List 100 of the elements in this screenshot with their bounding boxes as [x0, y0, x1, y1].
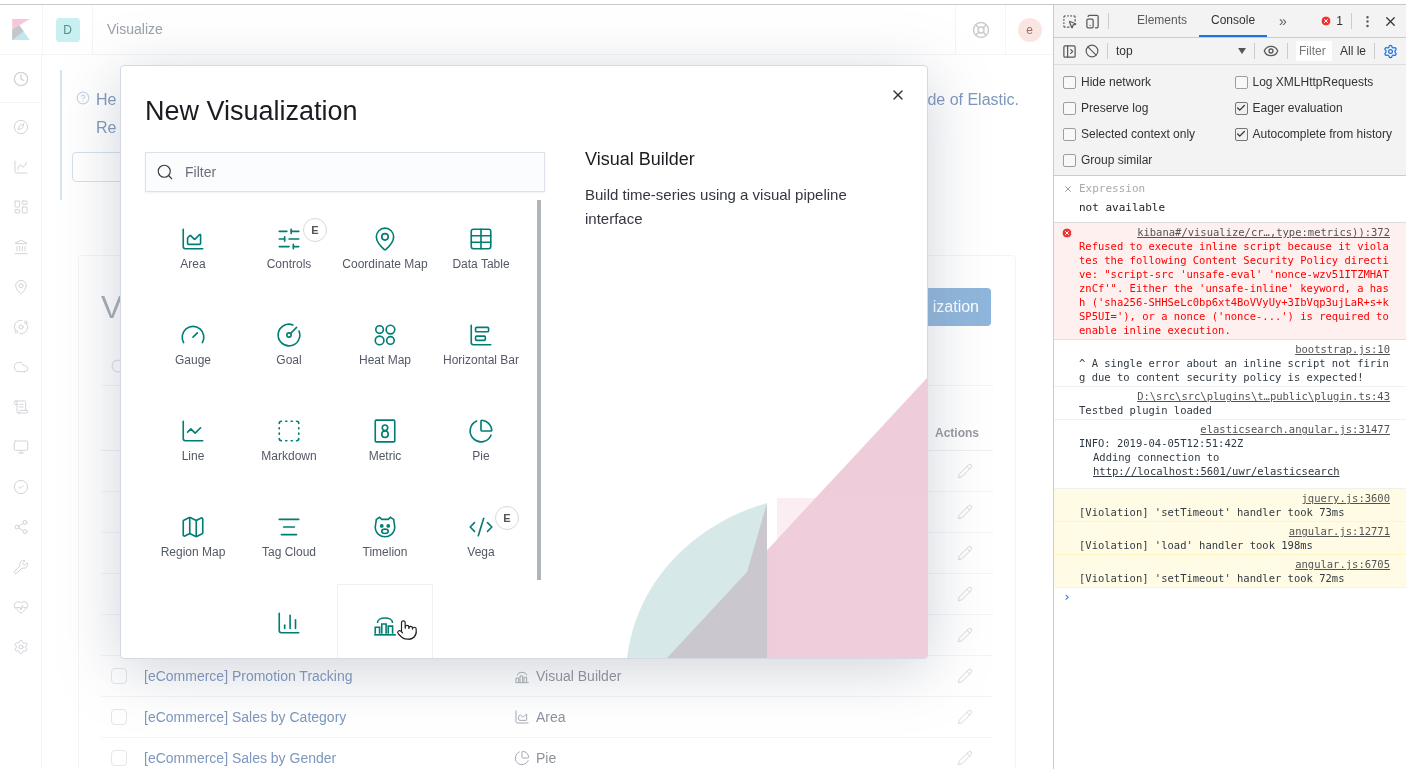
source-link[interactable]: jquery.js:3600 [1301, 491, 1390, 505]
check-circle-icon[interactable] [12, 479, 29, 495]
checkbox[interactable] [1063, 101, 1076, 115]
setting-label: Autocomplete from history [1252, 126, 1392, 143]
building-icon[interactable] [12, 239, 29, 255]
goal-gauge-icon [276, 322, 302, 348]
url-link[interactable]: http://localhost:5601/uwr/elasticsearch [1093, 464, 1340, 478]
visualization-type-card[interactable] [337, 584, 433, 658]
checkbox[interactable] [1234, 75, 1248, 89]
cloud-icon[interactable] [12, 359, 29, 375]
dialog-title: New Visualization [145, 95, 359, 128]
checkbox[interactable] [1063, 75, 1076, 89]
horizontal-bar-chart-icon [468, 322, 494, 348]
visualization-type-card[interactable]: Tag Cloud [241, 488, 337, 584]
context-select[interactable]: top [1116, 42, 1246, 60]
row-checkbox[interactable] [111, 750, 127, 766]
orbit-icon[interactable] [12, 319, 29, 335]
callout-text: de of Elastic. [927, 90, 1019, 110]
console-message: [Violation] 'load' handler took 198ms [1079, 538, 1314, 552]
source-link[interactable]: kibana#/visualize/cr…,type:metrics)):372 [1137, 225, 1390, 239]
visualization-type-card[interactable]: Horizontal Bar [433, 296, 529, 392]
user-avatar[interactable]: e [1017, 17, 1042, 42]
heart-pulse-icon[interactable] [12, 599, 29, 615]
visualization-type-card[interactable]: E Vega [433, 488, 529, 584]
checkbox[interactable] [1234, 127, 1248, 141]
dashboard-icon[interactable] [12, 199, 29, 215]
edit-icon[interactable] [957, 545, 973, 561]
sidebar-toggle-icon[interactable] [1062, 43, 1077, 59]
edit-icon[interactable] [957, 463, 973, 479]
edit-icon[interactable] [957, 586, 973, 602]
description-title: Visual Builder [585, 148, 696, 171]
error-icon [1061, 227, 1073, 239]
page-title: Visualize [107, 20, 163, 39]
row-checkbox[interactable] [111, 668, 127, 684]
filter-field[interactable]: Filter [145, 152, 545, 192]
edit-icon[interactable] [957, 627, 973, 643]
source-link[interactable]: angular.js:12771 [1288, 524, 1390, 538]
device-icon[interactable] [1085, 13, 1100, 29]
setting-label: Group similar [1081, 152, 1153, 169]
scrollbar[interactable] [537, 200, 541, 580]
edit-icon[interactable] [957, 668, 973, 684]
expression-value: not available [1078, 199, 1167, 216]
checkbox[interactable] [1063, 127, 1076, 141]
source-link[interactable]: bootstrap.js:10 [1295, 342, 1390, 356]
search-icon [156, 163, 174, 181]
error-count[interactable]: 1 [1336, 12, 1343, 30]
remove-expression-icon[interactable] [1063, 184, 1073, 195]
more-tabs-button[interactable]: » [1279, 10, 1287, 32]
map-pin-icon[interactable] [12, 279, 29, 295]
edit-icon[interactable] [957, 750, 973, 766]
checkbox[interactable] [1063, 153, 1076, 167]
visualization-type-card[interactable]: Pie [433, 392, 529, 488]
setting-label: Eager evaluation [1252, 100, 1343, 117]
visualization-type-card[interactable]: Goal [241, 296, 337, 392]
console-prompt[interactable]: › [1063, 589, 1071, 604]
error-icon[interactable] [1320, 15, 1333, 27]
page-heading: V [101, 288, 123, 327]
source-link[interactable]: angular.js:6705 [1295, 557, 1390, 571]
visualization-type-card[interactable]: Metric [337, 392, 433, 488]
chart-icon[interactable] [12, 159, 29, 175]
source-link[interactable]: D:\src\src\plugins\t…public\plugin.ts:43 [1137, 389, 1390, 403]
scroll-icon[interactable] [12, 399, 29, 415]
settings-icon[interactable] [1383, 43, 1398, 59]
setting-label: Preserve log [1081, 100, 1149, 117]
inspect-icon[interactable] [1062, 13, 1077, 29]
visualization-type-card[interactable]: Area [145, 200, 241, 296]
checkbox[interactable] [1234, 101, 1248, 115]
visualization-type: Area [536, 707, 567, 727]
setting-label: Selected context only [1081, 126, 1196, 143]
compass-icon[interactable] [12, 119, 29, 135]
circles-icon [372, 322, 398, 348]
monitor-icon[interactable] [12, 439, 29, 455]
visualization-type-card[interactable]: Data Table [433, 200, 529, 296]
visualization-type-card[interactable]: Line [145, 392, 241, 488]
logo-icon[interactable] [12, 19, 30, 40]
visualization-type-card[interactable]: Timelion [337, 488, 433, 584]
eye-icon[interactable] [1263, 43, 1279, 59]
visualization-type-card[interactable]: E Controls [241, 200, 337, 296]
levels-select[interactable]: All le [1340, 42, 1366, 60]
area-chart-icon [514, 709, 530, 725]
dashed-square-icon [276, 418, 302, 444]
edit-icon[interactable] [957, 709, 973, 725]
wrench-icon[interactable] [12, 559, 29, 575]
share-icon[interactable] [12, 519, 29, 535]
clock-icon[interactable] [12, 70, 29, 87]
setting-label: Hide network [1081, 74, 1152, 91]
filter-field[interactable]: Filter [1296, 41, 1332, 61]
source-link[interactable]: elasticsearch.angular.js:31477 [1200, 422, 1390, 436]
visualization-type-card[interactable]: Gauge [145, 296, 241, 392]
visualization-type-card[interactable]: Region Map [145, 488, 241, 584]
visualization-type-card[interactable]: Heat Map [337, 296, 433, 392]
visualization-type-card[interactable]: Markdown [241, 392, 337, 488]
map-icon [180, 514, 206, 540]
help-icon[interactable] [971, 20, 990, 39]
experimental-badge: E [303, 218, 327, 242]
row-checkbox[interactable] [111, 709, 127, 725]
clear-console-icon[interactable] [1085, 44, 1099, 58]
edit-icon[interactable] [957, 504, 973, 520]
visualization-type-card[interactable]: Coordinate Map [337, 200, 433, 296]
devtools-tab[interactable]: Elements [1125, 5, 1200, 37]
